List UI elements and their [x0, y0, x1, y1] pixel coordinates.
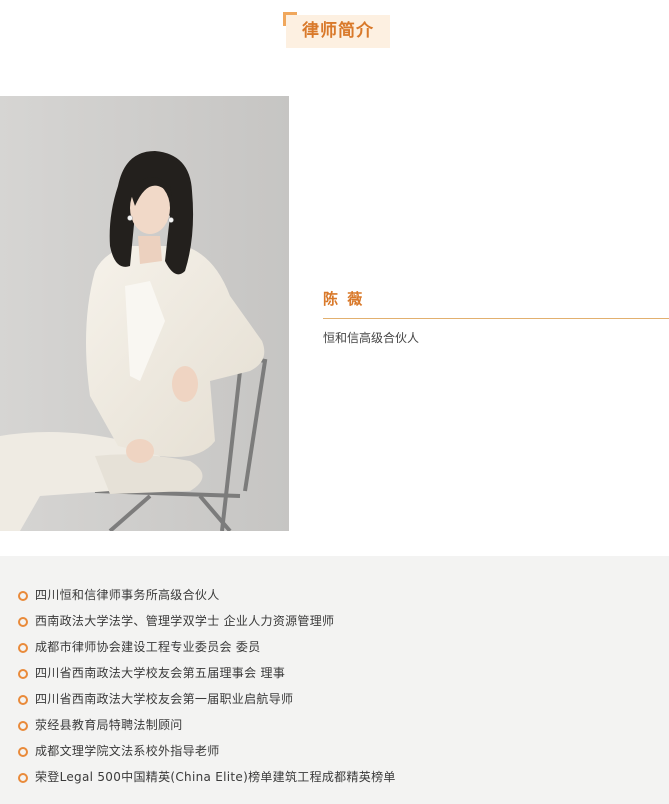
bullet-circle-icon — [18, 721, 28, 731]
bio-section: 四川恒和信律师事务所高级合伙人 西南政法大学法学、管理学双学士 企业人力资源管理… — [0, 556, 669, 804]
bio-item-text: 四川省西南政法大学校友会第五届理事会 理事 — [35, 666, 286, 680]
lawyer-profile-page: 律师简介 陈 薇 恒和信高级合伙人 四川恒和信律师事务所高级合伙人 西南政法大学… — [0, 0, 669, 804]
page-title: 律师简介 — [302, 21, 374, 41]
name-divider — [323, 318, 669, 319]
bio-item: 四川省西南政法大学校友会第五届理事会 理事 — [18, 664, 396, 690]
bio-item: 四川省西南政法大学校友会第一届职业启航导师 — [18, 690, 396, 716]
bullet-circle-icon — [18, 747, 28, 757]
bio-item-text: 成都文理学院文法系校外指导老师 — [35, 744, 220, 758]
lawyer-name: 陈 薇 — [323, 290, 365, 308]
bullet-circle-icon — [18, 773, 28, 783]
bullet-circle-icon — [18, 643, 28, 653]
bio-item-text: 四川省西南政法大学校友会第一届职业启航导师 — [35, 692, 294, 706]
bio-list: 四川恒和信律师事务所高级合伙人 西南政法大学法学、管理学双学士 企业人力资源管理… — [18, 586, 396, 794]
bio-item: 荣登Legal 500中国精英(China Elite)榜单建筑工程成都精英榜单 — [18, 768, 396, 794]
bio-item-text: 西南政法大学法学、管理学双学士 企业人力资源管理师 — [35, 614, 335, 628]
bio-item: 成都文理学院文法系校外指导老师 — [18, 742, 396, 768]
bullet-circle-icon — [18, 669, 28, 679]
bio-item-text: 成都市律师协会建设工程专业委员会 委员 — [35, 640, 261, 654]
lawyer-portrait-photo — [0, 96, 289, 531]
bio-item-text: 荥经县教育局特聘法制顾问 — [35, 718, 183, 732]
bio-item-text: 荣登Legal 500中国精英(China Elite)榜单建筑工程成都精英榜单 — [35, 770, 396, 784]
bio-item: 荥经县教育局特聘法制顾问 — [18, 716, 396, 742]
bio-item: 西南政法大学法学、管理学双学士 企业人力资源管理师 — [18, 612, 396, 638]
bio-item-text: 四川恒和信律师事务所高级合伙人 — [35, 588, 220, 602]
bullet-circle-icon — [18, 591, 28, 601]
bio-item: 四川恒和信律师事务所高级合伙人 — [18, 586, 396, 612]
lawyer-role: 恒和信高级合伙人 — [323, 331, 420, 345]
bullet-circle-icon — [18, 617, 28, 627]
bio-item: 成都市律师协会建设工程专业委员会 委员 — [18, 638, 396, 664]
bullet-circle-icon — [18, 695, 28, 705]
